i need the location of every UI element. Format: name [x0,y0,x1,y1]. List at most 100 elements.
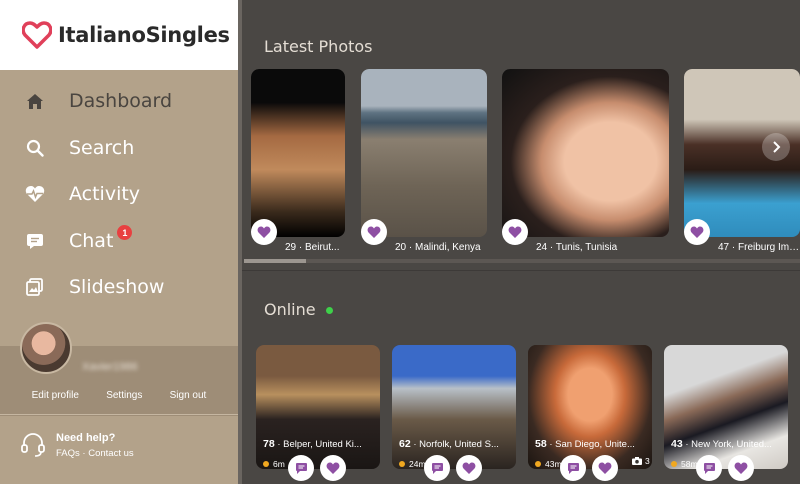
member-caption: 58 · San Diego, Unite... [535,438,651,450]
member-age: 43 [671,438,683,450]
photos-scrollbar-thumb[interactable] [244,259,306,263]
like-button[interactable] [456,455,482,481]
sidebar-item-slideshow[interactable]: Slideshow [0,264,238,311]
heart-icon [257,226,271,238]
member-age: 62 [399,438,411,450]
heart-icon [598,462,612,474]
member-location: · Norfolk, United S... [413,439,499,450]
chat-unread-badge: 1 [117,225,133,241]
message-button[interactable] [696,455,722,481]
chat-icon [431,462,443,474]
contact-us-link[interactable]: Contact us [88,448,133,459]
sidebar-item-label: Chat [69,229,114,252]
away-dot [263,461,269,467]
message-button[interactable] [560,455,586,481]
sidebar-item-label: Activity [69,183,141,206]
message-button[interactable] [288,455,314,481]
last-active: 58m [671,459,698,469]
avatar[interactable] [20,322,72,374]
online-member-card[interactable]: 43 · New York, United... 58m [664,345,788,469]
sidebar: ItalianoSingles Dashboard Search Activit… [0,0,238,484]
help-links-separator: · [82,448,86,459]
member-location: · San Diego, Unite... [549,439,635,450]
photo-caption: 47 · Freiburg Im B... [718,242,800,253]
online-member-card[interactable]: 78 · Belper, United Ki... 6m [256,345,380,469]
help-divider [0,414,238,415]
logo-heart-icon [22,21,52,49]
heart-icon [326,462,340,474]
profile-links: Edit profile Settings Sign out [0,390,238,401]
last-active: 6m [263,459,285,469]
next-photos-button[interactable] [762,133,790,161]
away-dot [399,461,405,467]
home-icon [24,90,46,112]
photo-count-value: 3 [645,456,650,466]
chevron-right-icon [773,141,781,153]
chat-icon [24,230,46,252]
member-caption: 43 · New York, United... [671,438,787,450]
member-photo[interactable] [256,345,380,469]
headset-icon [21,433,45,457]
away-dot [535,461,541,467]
like-button[interactable] [592,455,618,481]
latest-photos-title: Latest Photos [264,37,373,56]
last-active: 24m [399,459,426,469]
heart-icon [508,226,522,238]
heart-icon [367,226,381,238]
sign-out-link[interactable]: Sign out [170,390,207,401]
online-member-card[interactable]: 58 · San Diego, Unite... 43m [528,345,652,469]
heartbeat-icon [24,183,46,205]
sidebar-item-search[interactable]: Search [0,125,238,172]
photo-card[interactable]: 29 · Beirut... [251,69,345,255]
photo-card[interactable]: 47 · Freiburg Im B... [684,69,800,255]
online-title: Online [264,300,333,319]
member-age: 58 [535,438,547,450]
message-button[interactable] [424,455,450,481]
photos-scrollbar-track[interactable] [244,259,800,263]
sidebar-item-activity[interactable]: Activity [0,171,238,218]
online-status-dot [325,307,333,314]
chat-icon [703,462,715,474]
edit-profile-link[interactable]: Edit profile [32,390,79,401]
chat-icon [567,462,579,474]
heart-icon [734,462,748,474]
sidebar-item-dashboard[interactable]: Dashboard [0,78,238,125]
photo-image[interactable] [361,69,487,237]
photo-image[interactable] [502,69,669,237]
chat-icon [295,462,307,474]
help-section: Need help? FAQs · Contact us [20,432,134,459]
member-photo[interactable] [664,345,788,469]
logo-bar: ItalianoSingles [0,0,238,70]
photo-caption: 29 · Beirut... [285,242,340,253]
last-active-time: 6m [273,459,285,469]
photo-card[interactable]: 20 · Malindi, Kenya [361,69,487,255]
away-dot [671,461,677,467]
member-photo[interactable] [528,345,652,469]
like-button[interactable] [320,455,346,481]
brand-name[interactable]: ItalianoSingles [58,23,230,47]
sidebar-item-label: Slideshow [69,276,165,299]
sidebar-nav: Dashboard Search Activity Chat 1 Slidesh… [0,70,238,311]
photo-card[interactable]: 24 · Tunis, Tunisia [502,69,669,255]
heart-icon [462,462,476,474]
help-links: FAQs · Contact us [56,448,134,459]
photo-count: 3 [632,456,650,466]
photo-caption: 24 · Tunis, Tunisia [536,242,618,253]
settings-link[interactable]: Settings [106,390,142,401]
photo-caption: 20 · Malindi, Kenya [395,242,481,253]
member-photo[interactable] [392,345,516,469]
sidebar-item-label: Search [69,136,135,159]
search-icon [24,137,46,159]
faqs-link[interactable]: FAQs [56,448,80,459]
member-caption: 78 · Belper, United Ki... [263,438,379,450]
photo-image[interactable] [251,69,345,237]
main-content: Latest Photos 29 · Beirut... 20 · Malind… [242,0,800,484]
heart-icon [690,226,704,238]
last-active: 43m [535,459,562,469]
online-member-card[interactable]: 62 · Norfolk, United S... 24m [392,345,516,469]
sidebar-item-chat[interactable]: Chat 1 [0,218,238,265]
like-button[interactable] [728,455,754,481]
member-location: · New York, United... [685,439,772,450]
section-separator [242,270,800,271]
member-age: 78 [263,438,275,450]
